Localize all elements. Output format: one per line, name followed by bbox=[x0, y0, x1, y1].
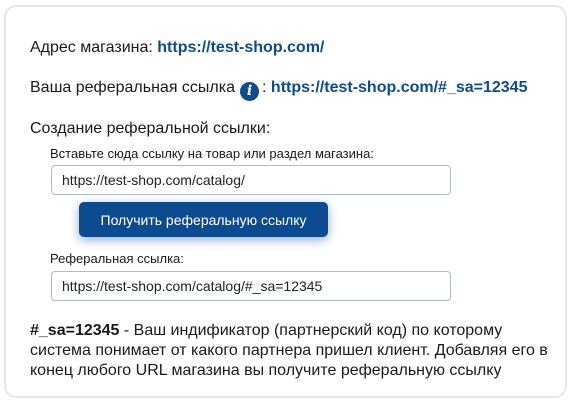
source-url-input[interactable] bbox=[51, 165, 451, 195]
get-referral-link-button[interactable]: Получить реферальную ссылку bbox=[79, 202, 328, 237]
referral-link-url[interactable]: https://test-shop.com/#_sa=12345 bbox=[271, 79, 528, 96]
source-url-label: Вставьте сюда ссылку на товар или раздел… bbox=[50, 146, 374, 161]
store-address-row: Адрес магазина: https://test-shop.com/ bbox=[30, 38, 324, 58]
create-section-title: Создание реферальной ссылки: bbox=[30, 120, 271, 137]
info-icon[interactable]: i bbox=[240, 82, 260, 101]
store-address-link[interactable]: https://test-shop.com/ bbox=[157, 39, 324, 56]
referral-link-separator: : bbox=[262, 79, 267, 96]
partner-code: #_sa=12345 bbox=[30, 322, 120, 339]
referral-link-label: Ваша реферальная ссылка bbox=[30, 79, 236, 96]
result-url-field[interactable] bbox=[51, 271, 451, 301]
partner-code-note: #_sa=12345 - Ваш индификатор (партнерски… bbox=[30, 321, 550, 381]
store-address-label: Адрес магазина: bbox=[30, 39, 153, 56]
referral-link-row: Ваша реферальная ссылка i: https://test-s… bbox=[30, 78, 527, 101]
result-url-label: Реферальная ссылка: bbox=[50, 251, 184, 266]
